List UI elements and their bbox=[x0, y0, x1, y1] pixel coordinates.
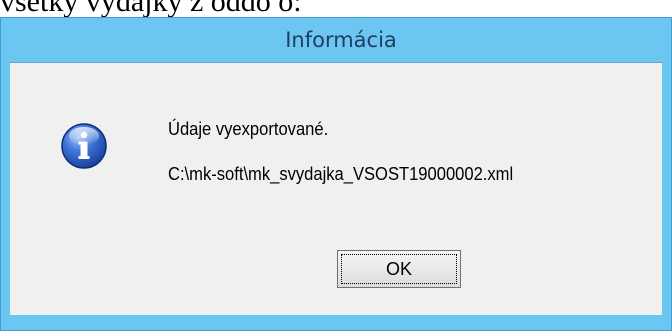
background-document-text: všetky výdajky z oddo o: bbox=[0, 0, 302, 18]
info-dialog: Informácia Údaje vyexportované. C:\mk-so… bbox=[0, 17, 672, 331]
dialog-title: Informácia bbox=[285, 28, 397, 52]
ok-button[interactable]: OK bbox=[337, 250, 461, 288]
dialog-body: Údaje vyexportované. C:\mk-soft\mk_svyda… bbox=[10, 62, 662, 315]
info-icon bbox=[61, 123, 107, 169]
dialog-titlebar[interactable]: Informácia bbox=[1, 18, 671, 62]
message-text: Údaje vyexportované. bbox=[168, 119, 329, 139]
export-file-path: C:\mk-soft\mk_svydajka_VSOST19000002.xml bbox=[168, 164, 514, 184]
